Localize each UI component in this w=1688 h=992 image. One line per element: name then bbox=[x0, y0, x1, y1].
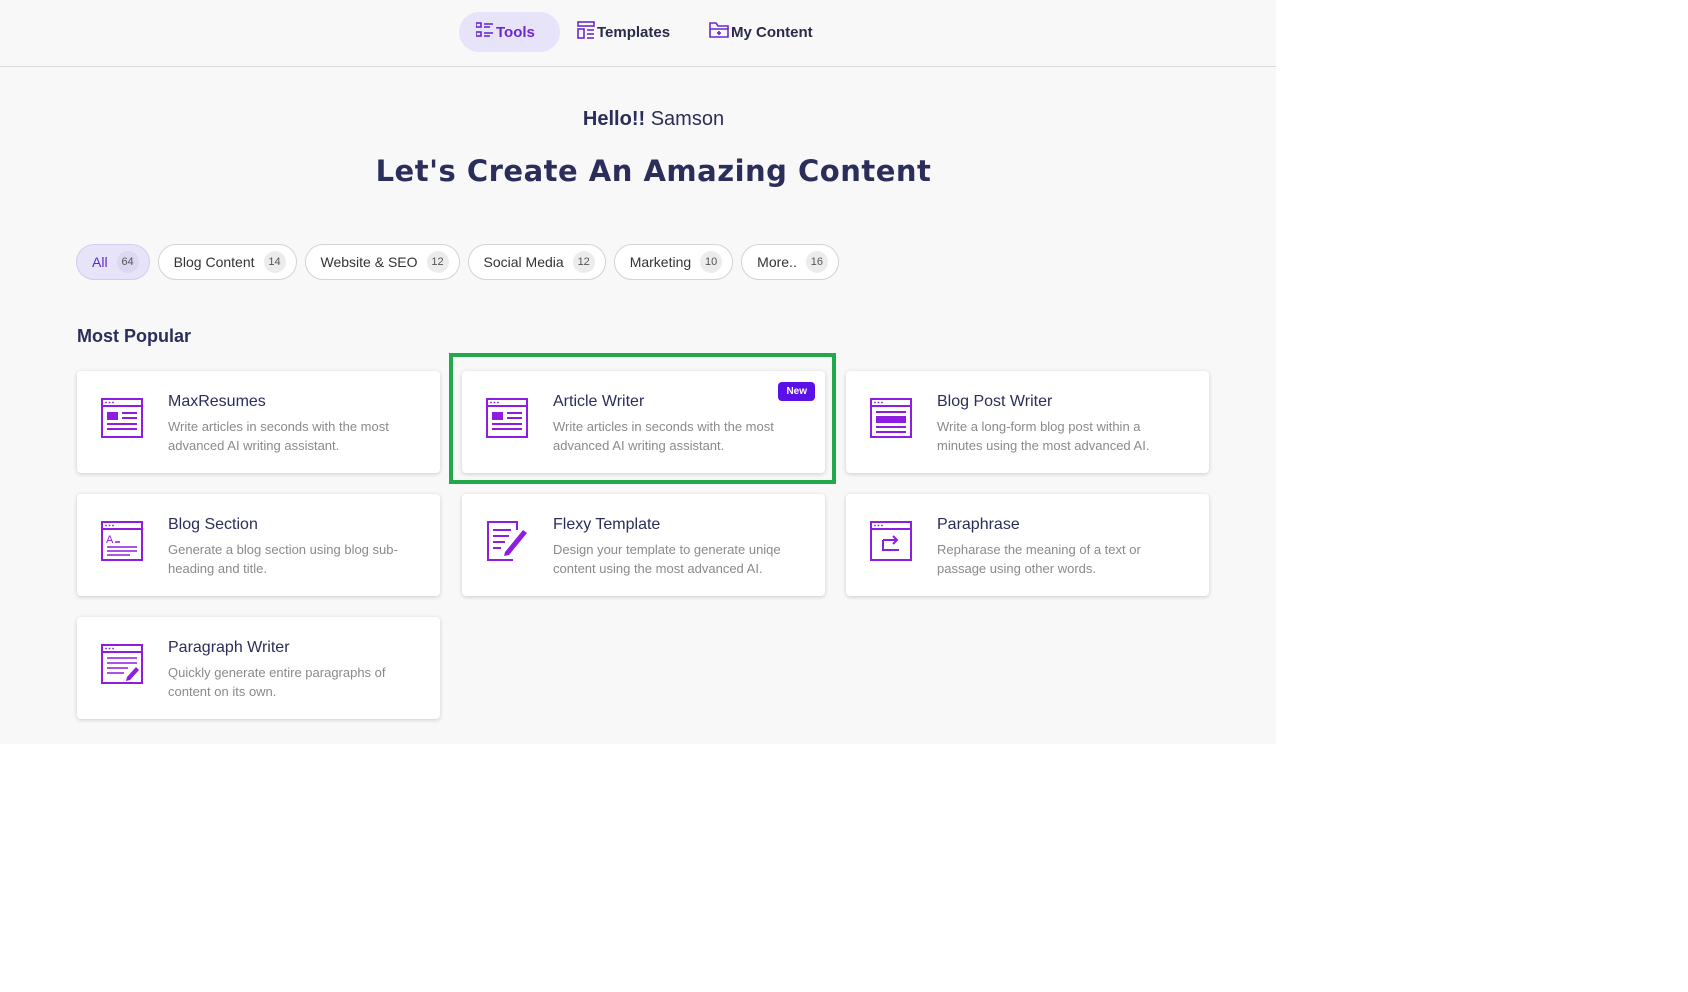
card-title: Paragraph Writer bbox=[168, 639, 290, 656]
filter-label: Website & SEO bbox=[320, 254, 418, 270]
filter-all[interactable]: All 64 bbox=[76, 244, 150, 280]
filter-count: 12 bbox=[426, 251, 449, 273]
nav-my-content[interactable]: My Content bbox=[709, 12, 849, 52]
template-icon bbox=[577, 21, 597, 43]
paragraph-icon bbox=[100, 643, 146, 689]
tool-card-blog-section[interactable]: A Blog Section Generate a blog section u… bbox=[77, 494, 440, 596]
filter-social-media[interactable]: Social Media 12 bbox=[467, 244, 606, 280]
list-icon bbox=[475, 22, 496, 42]
nav-tools-label: Tools bbox=[496, 23, 535, 41]
tool-card-paraphrase[interactable]: Paraphrase Repharase the meaning of a te… bbox=[846, 494, 1209, 596]
filter-count: 10 bbox=[700, 251, 723, 273]
card-description: Quickly generate entire paragraphs of co… bbox=[168, 665, 386, 699]
card-title: Flexy Template bbox=[553, 516, 661, 533]
greeting-hello: Hello!! bbox=[582, 108, 646, 130]
card-title: Blog Section bbox=[168, 516, 258, 533]
article-icon bbox=[100, 397, 146, 443]
filter-label: Blog Content bbox=[173, 254, 255, 270]
blog-post-icon bbox=[869, 397, 915, 443]
edit-document-icon bbox=[485, 520, 531, 566]
tool-card-maxresumes[interactable]: MaxResumes Write articles in seconds wit… bbox=[77, 371, 440, 473]
tool-card-flexy-template[interactable]: Flexy Template Design your template to g… bbox=[462, 494, 825, 596]
page-title: Let's Create An Amazing Content bbox=[375, 154, 932, 188]
card-description: Write a long-form blog post within a min… bbox=[937, 419, 1150, 453]
card-description: Repharase the meaning of a text or passa… bbox=[937, 542, 1141, 576]
card-description: Design your template to generate uniqe c… bbox=[553, 542, 781, 576]
card-title: Blog Post Writer bbox=[937, 393, 1053, 410]
filter-label: Marketing bbox=[629, 254, 692, 270]
filter-label: Social Media bbox=[483, 254, 564, 270]
tool-card-paragraph-writer[interactable]: Paragraph Writer Quickly generate entire… bbox=[77, 617, 440, 719]
card-description: Write articles in seconds with the most … bbox=[168, 419, 389, 453]
category-filters: All 64 Blog Content 14 Website & SEO 12 … bbox=[76, 244, 847, 282]
nav-tools[interactable]: Tools bbox=[459, 12, 560, 52]
card-title: Paraphrase bbox=[937, 516, 1020, 533]
card-description: Generate a blog section using blog sub-h… bbox=[168, 542, 398, 576]
nav-templates[interactable]: Templates bbox=[577, 12, 687, 52]
filter-website-seo[interactable]: Website & SEO 12 bbox=[304, 244, 460, 280]
filter-label: All bbox=[92, 254, 108, 270]
folder-icon bbox=[709, 21, 731, 43]
filter-label: More.. bbox=[757, 254, 797, 270]
paraphrase-icon bbox=[869, 520, 915, 566]
greeting-username: Samson bbox=[650, 108, 725, 130]
card-title: MaxResumes bbox=[168, 393, 266, 410]
selection-highlight bbox=[449, 353, 836, 484]
top-navigation: Tools Templates My Content bbox=[0, 0, 1276, 67]
blog-section-icon: A bbox=[100, 520, 146, 566]
filter-count: 12 bbox=[572, 251, 595, 273]
filter-count: 64 bbox=[116, 251, 139, 273]
filter-count: 14 bbox=[263, 251, 286, 273]
svg-text:A: A bbox=[106, 534, 114, 546]
greeting: Hello!! Samson bbox=[0, 108, 1307, 131]
tool-card-blog-post-writer[interactable]: Blog Post Writer Write a long-form blog … bbox=[846, 371, 1209, 473]
nav-my-content-label: My Content bbox=[731, 23, 813, 41]
filter-marketing[interactable]: Marketing 10 bbox=[613, 244, 734, 280]
section-title: Most Popular bbox=[77, 326, 192, 346]
filter-blog-content[interactable]: Blog Content 14 bbox=[157, 244, 297, 280]
nav-templates-label: Templates bbox=[597, 23, 671, 41]
app-window: Tools Templates My Content Hello!! Samso… bbox=[0, 0, 1276, 744]
filter-more[interactable]: More.. 16 bbox=[741, 244, 839, 280]
filter-count: 16 bbox=[805, 251, 828, 273]
